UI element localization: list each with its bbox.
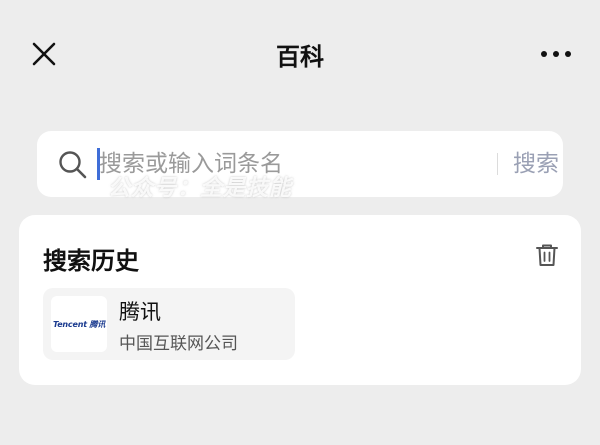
search-icon[interactable]: [57, 149, 89, 181]
tencent-logo: Tencent 腾讯: [51, 296, 107, 352]
history-item[interactable]: Tencent 腾讯 腾讯 中国互联网公司: [43, 288, 295, 360]
top-bar: 百科: [0, 0, 600, 110]
search-divider: [497, 153, 498, 175]
more-horizontal-icon: [541, 51, 571, 57]
history-item-title: 腾讯: [119, 300, 161, 324]
search-box[interactable]: 搜索: [37, 131, 563, 197]
search-history-card: 搜索历史 Tencent 腾讯 腾讯 中国互联网公司: [19, 215, 581, 385]
history-item-subtitle: 中国互联网公司: [119, 334, 238, 354]
trash-icon: [536, 244, 558, 266]
text-caret: [97, 148, 100, 180]
search-input[interactable]: [95, 147, 439, 181]
search-history-title: 搜索历史: [43, 247, 139, 275]
clear-history-button[interactable]: [533, 241, 561, 269]
search-button[interactable]: 搜索: [513, 147, 559, 181]
page-title: 百科: [276, 43, 324, 71]
more-button[interactable]: [536, 44, 576, 64]
logo-text: Tencent 腾讯: [52, 319, 106, 329]
